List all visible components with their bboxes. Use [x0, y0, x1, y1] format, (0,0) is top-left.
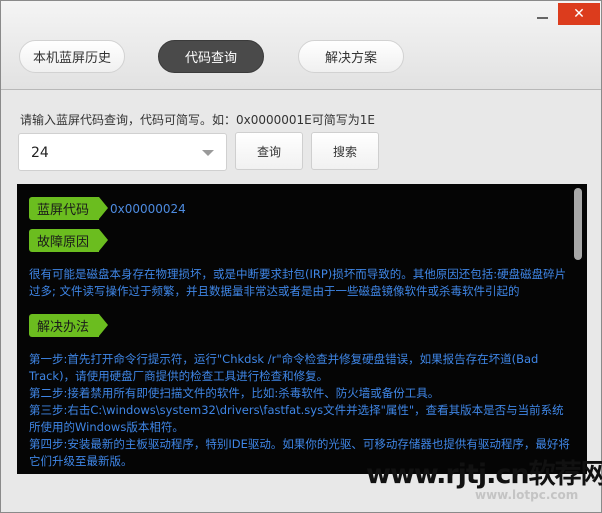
solution-tag: 解决办法 [29, 314, 108, 337]
query-button-label: 查询 [256, 144, 281, 159]
tab-label: 代码查询 [184, 51, 237, 66]
cause-tag-label: 故障原因 [37, 235, 90, 250]
solution-step: 第一步:首先打开命令行提示符，运行"Chkdsk /r"命令检查并修复硬盘错误，… [29, 352, 539, 383]
cause-tag: 故障原因 [29, 229, 108, 252]
title-bar: ✕ 本机蓝屏历史 代码查询 解决方案 [1, 1, 601, 90]
tab-solutions[interactable]: 解决方案 [298, 40, 404, 73]
close-icon: ✕ [573, 6, 585, 22]
tab-label: 本机蓝屏历史 [32, 51, 111, 66]
tab-code-lookup[interactable]: 代码查询 [158, 40, 264, 73]
code-combobox[interactable] [18, 133, 227, 171]
app-window: ✕ 本机蓝屏历史 代码查询 解决方案 请输入蓝屏代码查询，代码可简写。如：0x0… [0, 0, 602, 513]
result-scrollbar[interactable] [573, 185, 583, 475]
close-button[interactable]: ✕ [558, 3, 600, 25]
minimize-button[interactable] [532, 6, 552, 26]
cause-text: 很有可能是磁盘本身存在物理损坏，或是中断要求封包(IRP)损坏而导致的。其他原因… [29, 267, 567, 298]
watermark-secondary: www.lotpc.com [475, 488, 579, 502]
query-hint: 请输入蓝屏代码查询，代码可简写。如：0x0000001E可简写为1E [20, 113, 375, 127]
bsod-code-value: 0x00000024 [110, 202, 186, 216]
watermark-primary: www.rjtj.cn软荐网 [366, 459, 602, 490]
search-button[interactable]: 搜索 [311, 132, 379, 170]
search-button-label: 搜索 [332, 144, 357, 159]
scroll-thumb[interactable] [574, 188, 582, 260]
query-button[interactable]: 查询 [235, 132, 303, 170]
minimize-icon [536, 17, 548, 19]
bsod-code-tag-label: 蓝屏代码 [37, 203, 90, 218]
tab-label: 解决方案 [324, 51, 377, 66]
result-panel: 蓝屏代码 0x00000024 故障原因 很有可能是磁盘本身存在物理损坏，或是中… [17, 184, 587, 474]
solution-step: 第三步:右击C:\windows\system32\drivers\fastfa… [29, 403, 564, 434]
solution-tag-label: 解决办法 [37, 320, 90, 335]
solution-step: 第二步:接着禁用所有即使扫描文件的软件，比如:杀毒软件、防火墙或备份工具。 [29, 386, 440, 400]
chevron-down-icon[interactable] [202, 150, 214, 156]
tab-local-bsod-history[interactable]: 本机蓝屏历史 [19, 40, 125, 73]
bsod-code-tag: 蓝屏代码 [29, 197, 108, 220]
code-input[interactable] [29, 142, 193, 164]
